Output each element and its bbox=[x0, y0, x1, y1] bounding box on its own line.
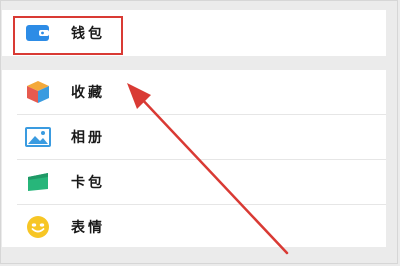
settings-page: 钱包 收藏 相册 卡包 表情 bbox=[0, 0, 398, 264]
annotation-arrow bbox=[127, 83, 289, 255]
